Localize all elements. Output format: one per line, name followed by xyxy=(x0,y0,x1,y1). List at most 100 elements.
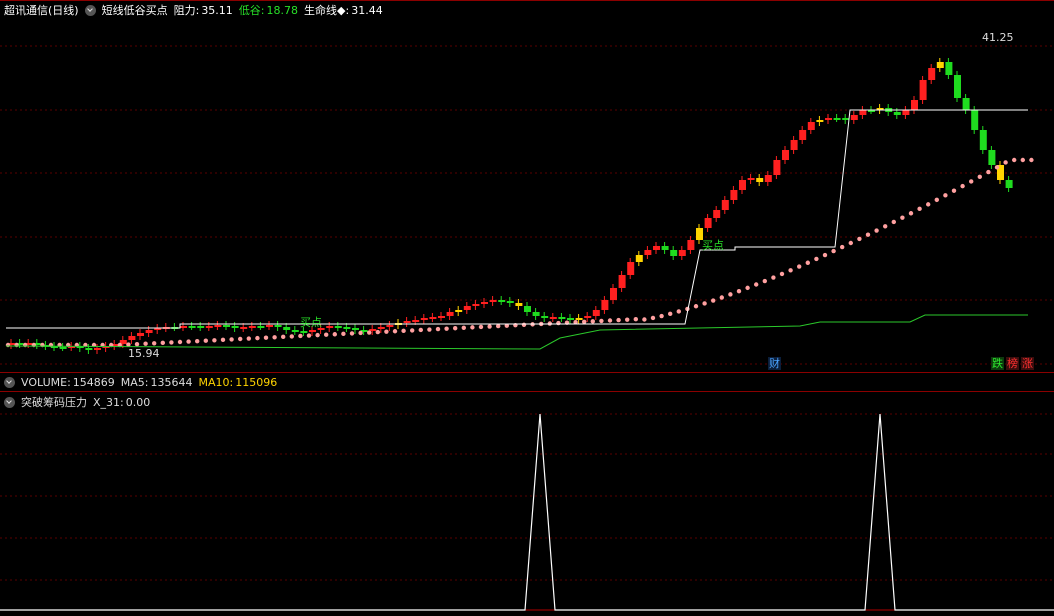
indicator-title: 突破筹码压力 xyxy=(21,396,87,409)
chevron-down-icon[interactable] xyxy=(4,396,15,408)
lifeline-dot xyxy=(255,335,260,341)
candle-body xyxy=(472,304,480,306)
lifeline-dot xyxy=(487,324,492,329)
candle-body xyxy=(825,118,832,120)
candle-body xyxy=(653,246,660,250)
indicator-pane[interactable]: 突破筹码压力 X_31: 0.00 xyxy=(0,391,1054,616)
candle-body xyxy=(438,316,445,318)
lifeline-dot xyxy=(1003,160,1008,165)
lifeline-dot xyxy=(5,342,11,348)
lifeline-dot xyxy=(246,336,251,341)
list-tag[interactable]: 榜 xyxy=(1006,357,1019,370)
candle-body xyxy=(988,150,996,165)
candle-body xyxy=(85,348,93,350)
lifeline-dot xyxy=(874,228,879,233)
valley-value: 18.78 xyxy=(266,3,299,17)
candle-body xyxy=(936,62,944,68)
main-chart-pane[interactable]: 超讯通信(日线) 短线低谷买点 阻力: 35.11 低谷: 18.78 生命线◆… xyxy=(0,0,1054,372)
lifeline-dot xyxy=(977,174,982,179)
candlestick-chart[interactable] xyxy=(0,0,1054,372)
candle-body xyxy=(463,306,471,310)
lifeline-dot xyxy=(272,335,277,340)
lifeline-dot xyxy=(840,244,845,250)
lifeline-dot xyxy=(960,183,965,189)
candle-body xyxy=(274,325,282,327)
lifeline-dot xyxy=(702,301,707,306)
lifeline-dot xyxy=(306,333,312,338)
lifeline-dot xyxy=(410,328,415,333)
lifeline-dot xyxy=(891,219,896,225)
candle-body xyxy=(128,336,136,340)
lifeline-dot xyxy=(289,334,294,339)
lifeline-dot xyxy=(633,317,638,322)
lifeline-dot xyxy=(736,288,742,294)
lifeline-dot xyxy=(160,340,165,346)
lifeline-dot xyxy=(521,322,527,327)
lifeline-dot xyxy=(418,327,423,333)
candle-body xyxy=(481,302,488,304)
chevron-down-icon[interactable] xyxy=(84,4,96,16)
candle-body xyxy=(902,110,910,115)
volume-header: VOLUME: 154869 MA5: 135644 MA10: 115096 xyxy=(0,372,1054,391)
lifeline-dot xyxy=(203,338,208,343)
lifeline-dot xyxy=(693,304,699,309)
resistance-value: 35.11 xyxy=(201,3,233,17)
indicator-title-bar: 突破筹码压力 X_31: 0.00 xyxy=(0,392,156,412)
lifeline-dot xyxy=(745,285,750,291)
x31-value: 0.00 xyxy=(125,395,151,409)
candle-body xyxy=(670,250,678,256)
finance-tag[interactable]: 财 xyxy=(768,357,781,370)
lifeline-dot xyxy=(659,313,664,319)
candle-body xyxy=(343,327,351,329)
candle-body xyxy=(730,190,738,200)
lifeline-dot xyxy=(848,240,853,246)
rise-tag[interactable]: 涨 xyxy=(1021,357,1034,370)
candle-body xyxy=(489,300,497,302)
lifeline-dot xyxy=(444,326,449,331)
candle-body xyxy=(300,331,308,333)
lifeline-dot xyxy=(496,323,501,329)
candle-body xyxy=(59,347,67,349)
candle-body xyxy=(386,325,394,327)
candle-body xyxy=(919,80,927,100)
main-title-bar: 超讯通信(日线) 短线低谷买点 阻力: 35.11 低谷: 18.78 生命线◆… xyxy=(0,0,389,20)
candle-body xyxy=(842,118,850,120)
candle-body xyxy=(756,178,764,182)
resistance-label: 阻力: xyxy=(173,4,200,17)
candle-body xyxy=(403,321,411,323)
candle-body xyxy=(592,310,600,316)
lifeline-dot xyxy=(969,179,974,184)
lifeline-dot xyxy=(195,338,200,344)
lifeline-dot xyxy=(1020,157,1025,163)
candle-body xyxy=(188,326,196,328)
candle-body xyxy=(515,303,523,306)
lifeline-dot xyxy=(908,211,914,216)
lifeline-dot xyxy=(453,326,458,331)
candle-body xyxy=(790,140,798,150)
candle-body xyxy=(644,250,652,255)
candle-body xyxy=(816,120,824,122)
ma10-label: MA10: xyxy=(198,375,234,389)
lifeline-dot xyxy=(582,319,587,324)
chevron-down-icon[interactable] xyxy=(4,376,15,388)
lifeline-dot xyxy=(134,341,140,347)
lifeline-dot xyxy=(788,268,793,273)
lifeline-dot xyxy=(1029,157,1034,163)
high-price-label: 41.25 xyxy=(982,31,1014,44)
lifeline-dot xyxy=(607,318,613,323)
lifeline-dot xyxy=(771,275,776,280)
candle-body xyxy=(747,178,755,180)
lifeline-dot xyxy=(177,339,183,345)
indicator-name: 短线低谷买点 xyxy=(101,4,168,17)
candle-body xyxy=(601,300,609,310)
lifeline-dot xyxy=(186,339,191,344)
low-price-label: 15.94 xyxy=(128,347,160,360)
indicator-chart[interactable] xyxy=(0,392,1054,616)
lifeline-dot xyxy=(358,330,363,336)
candle-body xyxy=(283,327,291,330)
candle-body xyxy=(584,316,592,318)
lifeline-dot xyxy=(676,309,681,314)
drop-tag[interactable]: 跌 xyxy=(991,357,1004,370)
candle-body xyxy=(197,326,205,328)
candle-body xyxy=(945,62,953,75)
